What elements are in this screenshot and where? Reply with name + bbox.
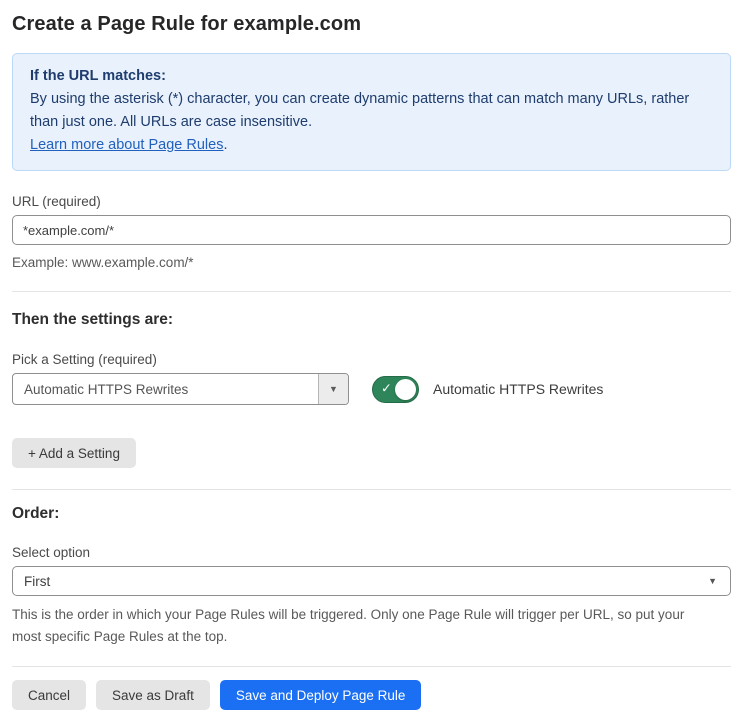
order-select-value: First: [24, 573, 51, 589]
chevron-down-icon: ▼: [329, 384, 338, 394]
footer-actions: Cancel Save as Draft Save and Deploy Pag…: [12, 680, 731, 710]
link-period: .: [223, 137, 228, 153]
divider: [12, 291, 731, 292]
order-select-label: Select option: [12, 545, 91, 560]
toggle-knob: [395, 378, 416, 400]
info-callout-heading: If the URL matches:: [30, 68, 166, 84]
url-matches-info-callout: If the URL matches: By using the asteris…: [12, 53, 731, 171]
cancel-button[interactable]: Cancel: [12, 680, 87, 710]
url-input[interactable]: [12, 215, 731, 245]
setting-toggle-label: Automatic HTTPS Rewrites: [433, 381, 604, 397]
automatic-https-rewrites-toggle[interactable]: ✓: [372, 375, 419, 403]
info-callout-body: By using the asterisk (*) character, you…: [30, 91, 690, 130]
setting-picker-line: Automatic HTTPS Rewrites ▼ ✓ Automatic H…: [12, 373, 731, 405]
info-callout-link-line: Learn more about Page Rules.: [30, 134, 713, 157]
divider: [12, 489, 731, 490]
setting-dropdown[interactable]: Automatic HTTPS Rewrites ▼: [12, 373, 349, 405]
save-as-draft-button[interactable]: Save as Draft: [96, 680, 210, 710]
setting-toggle-wrap: ✓ Automatic HTTPS Rewrites: [372, 375, 604, 403]
chevron-down-icon: ▼: [708, 576, 717, 586]
setting-picker-label: Pick a Setting (required): [12, 352, 157, 367]
setting-picker-row: Pick a Setting (required) Automatic HTTP…: [12, 352, 731, 405]
learn-more-link[interactable]: Learn more about Page Rules: [30, 137, 223, 153]
order-select[interactable]: First ▼: [12, 566, 731, 596]
divider: [12, 666, 731, 667]
toggle-check-icon: ✓: [381, 380, 392, 396]
settings-section-heading: Then the settings are:: [12, 311, 174, 328]
setting-dropdown-arrow-button[interactable]: ▼: [318, 374, 348, 404]
order-section-heading: Order:: [12, 505, 60, 522]
order-helper-text: This is the order in which your Page Rul…: [12, 607, 685, 644]
save-and-deploy-button[interactable]: Save and Deploy Page Rule: [219, 680, 422, 710]
url-field-label: URL (required): [12, 194, 101, 209]
url-example-helper: Example: www.example.com/*: [12, 255, 194, 270]
page-title: Create a Page Rule for example.com: [12, 13, 362, 35]
create-page-rule-form: Create a Page Rule for example.com If th…: [0, 0, 743, 724]
order-select-row: Select option First ▼ This is the order …: [12, 545, 731, 648]
setting-dropdown-value: Automatic HTTPS Rewrites: [24, 381, 189, 397]
add-setting-button[interactable]: + Add a Setting: [12, 438, 136, 468]
